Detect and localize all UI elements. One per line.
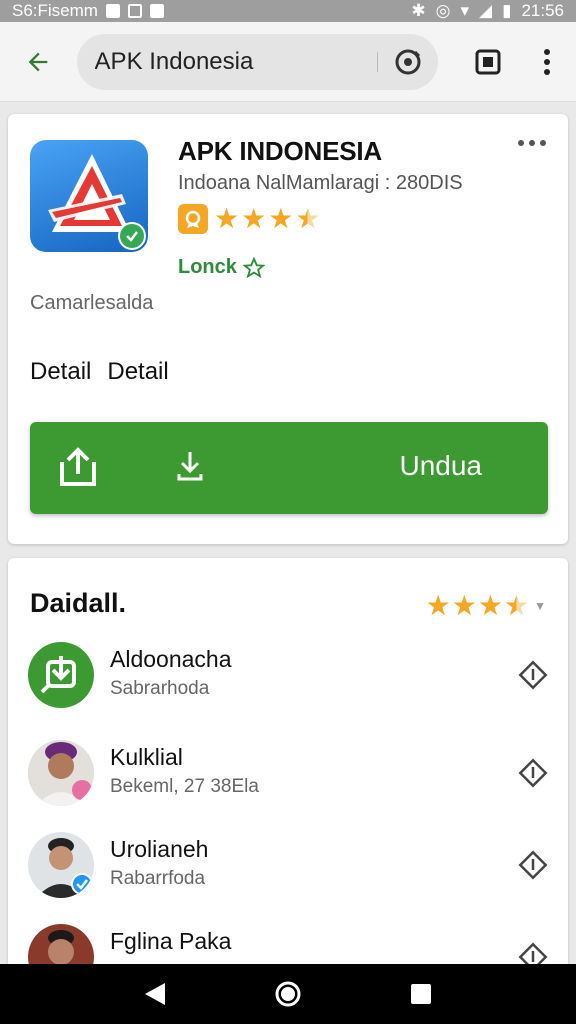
share-icon [60,447,96,486]
app-title: APK INDONESIA [178,136,382,166]
star-icon: ★ [451,590,477,621]
app-link-label: Lonck [178,256,237,278]
details-list-card: Daidall. ★ ★ ★ ★ ▼ Aldoonacha Sabrarhoda [8,558,568,978]
nav-back-icon[interactable] [143,981,167,1007]
list-item-meta: Bekeml, 27 38Ela [110,776,259,797]
half-star-icon: ★ [295,203,321,234]
wifi-icon: ▾ [460,1,470,20]
install-button[interactable]: Undua [30,422,548,514]
half-star-icon: ★ [504,590,530,621]
search-toolbar: APK Indonesia [0,22,576,102]
list-item[interactable]: Urolianeh Rabarrfoda [8,832,568,924]
download-icon [177,452,203,481]
diamond-direction-icon[interactable] [518,660,548,690]
list-item[interactable]: Aldoonacha Sabrarhoda [8,642,568,734]
detail-link[interactable]: Detail [107,358,168,386]
back-button[interactable] [0,22,77,102]
star-icon: ★ [268,203,294,234]
nav-recents-icon[interactable] [409,982,433,1006]
status-time: 21:56 [521,1,564,20]
more-vert-icon [543,48,550,75]
arrow-left-icon [28,52,48,71]
star-outline-icon [242,256,265,278]
list-item-title: Urolianeh [110,836,209,862]
star-icon: ★ [214,203,240,234]
status-left-text: S6:Fisemm [12,1,98,20]
system-nav-bar [0,964,576,1024]
list-item-title: Aldoonacha [110,646,232,672]
section-title: Daidall. [30,588,127,618]
app-card: APK INDONESIA Indoana NalMamlaragi : 280… [8,114,568,544]
list-item-title: Kulklial [110,744,183,770]
app-subtitle: Indoana NalMamlaragi : 280DIS [178,172,463,194]
section-rating[interactable]: ★ ★ ★ ★ ▼ [426,592,546,620]
tabs-button[interactable] [458,32,517,92]
battery-icon: ▮ [502,1,512,20]
notification-icon [105,4,120,18]
bluetooth-icon: ✱ [411,1,426,20]
signal-icon: ◢ [479,1,493,20]
lens-icon[interactable] [392,46,424,78]
avatar [28,832,94,898]
download-app-icon [28,642,94,708]
overflow-menu-button[interactable] [517,32,576,92]
app-icon[interactable] [30,140,148,252]
search-input[interactable]: APK Indonesia [95,48,378,76]
verified-icon [118,222,146,250]
app-rating: ★ ★ ★ ★ [178,204,320,234]
award-badge-icon [178,204,208,234]
diamond-direction-icon[interactable] [518,758,548,788]
star-icon: ★ [241,203,267,234]
notification-icon-3 [149,4,164,18]
search-divider [377,51,379,72]
diamond-direction-icon[interactable] [518,850,548,880]
list-item[interactable]: Kulklial Bekeml, 27 38Ela [8,740,568,832]
dropdown-arrow-icon: ▼ [534,599,546,613]
list-item-meta: Rabarrfoda [110,868,206,889]
detail-row: Detail Detail [30,358,169,386]
list-item-title: Fglina Paka [110,928,232,954]
star-icon: ★ [477,590,503,621]
install-button-label: Undua [399,450,482,481]
app-link[interactable]: Lonck [178,256,265,279]
sync-icon: ◎ [435,1,451,20]
nav-home-icon[interactable] [274,980,302,1008]
more-horiz-icon [518,140,524,146]
list-item-meta: Sabrarhoda [110,678,210,699]
app-caption: Camarlesalda [30,292,154,314]
search-field[interactable]: APK Indonesia [76,33,439,90]
more-options-button[interactable] [518,140,546,146]
tabs-icon [475,49,501,74]
avatar [28,740,94,806]
star-icon: ★ [425,590,451,621]
status-bar: S6:Fisemm ✱ ◎ ▾ ◢ ▮ 21:56 [0,0,576,22]
detail-link[interactable]: Detail [30,358,91,386]
notification-icon-2 [127,4,142,18]
